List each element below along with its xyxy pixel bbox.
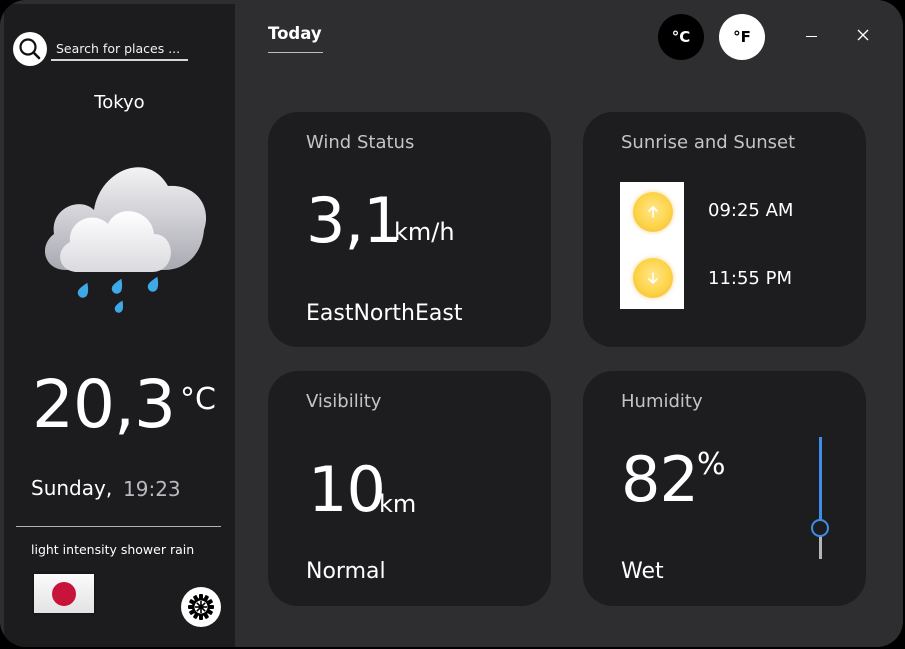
visibility-unit: km xyxy=(379,490,417,518)
wind-direction: EastNorthEast xyxy=(306,301,463,326)
sunrise-time: 09:25 AM xyxy=(708,200,794,221)
fahrenheit-toggle-button[interactable]: °F xyxy=(719,14,765,60)
sunset-icon xyxy=(633,258,673,298)
weather-description: light intensity shower rain xyxy=(31,542,195,557)
settings-button[interactable] xyxy=(181,587,221,627)
wind-card-title: Wind Status xyxy=(306,132,415,153)
humidity-value: 82 xyxy=(621,443,699,516)
humidity-status: Wet xyxy=(621,559,664,584)
search-button[interactable] xyxy=(13,32,47,66)
cloud-rain-icon xyxy=(44,167,207,313)
current-time: 19:23 xyxy=(123,477,181,501)
humidity-card-title: Humidity xyxy=(621,391,703,412)
visibility-status: Normal xyxy=(306,559,386,584)
humidity-card: Humidity 82 % Wet xyxy=(583,371,866,606)
temperature-unit: °C xyxy=(180,382,216,417)
humidity-unit: % xyxy=(697,447,726,482)
search-input[interactable] xyxy=(51,37,188,61)
wind-speed-unit: km/h xyxy=(394,218,455,246)
close-icon[interactable] xyxy=(857,29,869,41)
sun-card-title: Sunrise and Sunset xyxy=(621,132,796,153)
wind-status-card: Wind Status 3,1 km/h EastNorthEast xyxy=(268,112,551,347)
city-name: Tokyo xyxy=(94,92,145,113)
celsius-toggle-button[interactable]: °C xyxy=(658,14,704,60)
wind-speed-value: 3,1 xyxy=(306,184,403,257)
flag-sun-disc xyxy=(52,582,76,606)
visibility-value: 10 xyxy=(308,453,386,526)
search-icon xyxy=(19,38,41,60)
current-day: Sunday, xyxy=(31,476,113,500)
gear-icon xyxy=(188,594,214,620)
sun-icons-panel xyxy=(620,182,684,309)
sunrise-sunset-card: Sunrise and Sunset 09:25 AM 11:55 PM xyxy=(583,112,866,347)
sunrise-icon xyxy=(633,192,673,232)
japan-flag-icon xyxy=(34,574,94,613)
minimize-icon[interactable] xyxy=(806,36,817,37)
tab-active-underline xyxy=(268,52,323,53)
current-temperature: 20,3 xyxy=(32,366,176,443)
sidebar-divider xyxy=(16,526,221,527)
humidity-slider-knob[interactable] xyxy=(811,519,829,537)
weather-app-window: Tokyo 20,3 °C Sunday, 19:23 xyxy=(0,0,903,647)
sunset-time: 11:55 PM xyxy=(708,268,792,289)
visibility-card-title: Visibility xyxy=(306,391,382,412)
visibility-card: Visibility 10 km Normal xyxy=(268,371,551,606)
humidity-slider-fill xyxy=(819,437,822,529)
sidebar: Tokyo 20,3 °C Sunday, 19:23 xyxy=(4,4,235,647)
tab-today[interactable]: Today xyxy=(268,24,322,43)
